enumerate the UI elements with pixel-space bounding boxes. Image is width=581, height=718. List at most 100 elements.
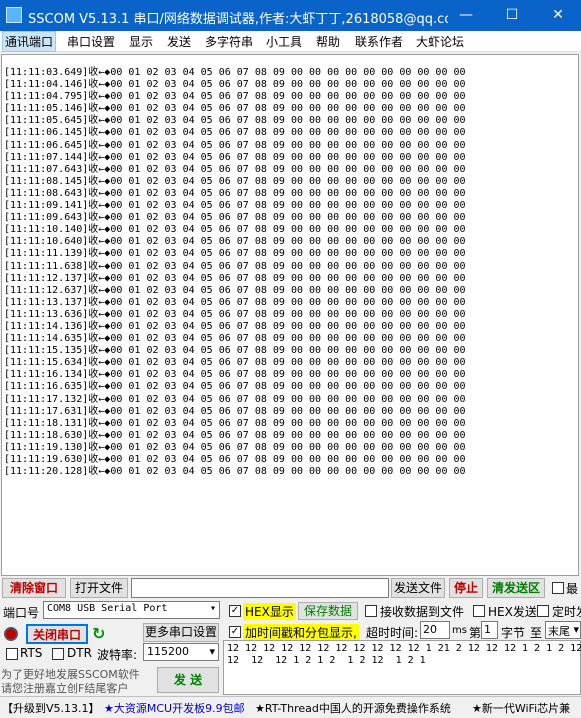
receive-line: [11:11:04.146]收←◆00 01 02 03 04 05 06 07…	[4, 79, 466, 91]
rts-checkbox[interactable]	[6, 648, 18, 660]
to-label: 至	[530, 626, 543, 640]
menu-multi-string[interactable]: 多字符串	[205, 33, 253, 50]
receive-line: [11:11:14.136]收←◆00 01 02 03 04 05 06 07…	[4, 320, 466, 332]
timestamp-checkbox[interactable]: ✓	[229, 626, 241, 638]
title-bar: SSCOM V5.13.1 串口/网络数据调试器,作者:大虾丁丁,2618058…	[0, 0, 581, 31]
port-select[interactable]: COM8 USB Serial Port ▾	[43, 601, 220, 619]
dtr-checkbox[interactable]	[52, 648, 64, 660]
receive-line: [11:11:09.141]收←◆00 01 02 03 04 05 06 07…	[4, 200, 466, 212]
more-settings-button[interactable]: 更多串口设置	[143, 623, 219, 642]
byte-input[interactable]: 1	[481, 621, 498, 639]
refresh-icon[interactable]: ↻	[92, 624, 105, 643]
close-button[interactable]: ✕	[535, 0, 581, 31]
receive-line: [11:11:11.139]收←◆00 01 02 03 04 05 06 07…	[4, 248, 466, 260]
receive-line: [11:11:03.649]收←◆00 01 02 03 04 05 06 07…	[4, 67, 466, 78]
receive-line: [11:11:08.145]收←◆00 01 02 03 04 05 06 07…	[4, 175, 466, 187]
hex-display-checkbox[interactable]: ✓	[229, 605, 241, 617]
end-select[interactable]: 末尾 ▾	[545, 621, 581, 639]
receive-line: [11:11:07.144]收←◆00 01 02 03 04 05 06 07…	[4, 151, 466, 163]
receive-line: [11:11:07.643]收←◆00 01 02 03 04 05 06 07…	[4, 163, 466, 175]
file-path-input[interactable]	[131, 578, 389, 598]
hex-send-label: HEX发送	[488, 605, 537, 619]
timed-send-checkbox[interactable]	[537, 605, 549, 617]
recv-to-file-checkbox[interactable]	[365, 605, 377, 617]
receive-area[interactable]: [11:11:03.649]收←◆00 01 02 03 04 05 06 07…	[1, 54, 579, 576]
chevron-down-icon: ▾	[209, 603, 216, 614]
menu-serial-settings[interactable]: 串口设置	[67, 33, 115, 50]
hex-send-checkbox[interactable]	[473, 605, 485, 617]
timeout-unit: ms	[452, 625, 467, 636]
receive-line: [11:11:09.643]收←◆00 01 02 03 04 05 06 07…	[4, 212, 466, 224]
receive-line: [11:11:20.128]收←◆00 01 02 03 04 05 06 07…	[4, 466, 466, 478]
app-icon	[6, 7, 22, 23]
receive-line: [11:11:18.131]收←◆00 01 02 03 04 05 06 07…	[4, 417, 466, 429]
timeout-input[interactable]: 20	[420, 621, 450, 639]
stop-button[interactable]: 停止	[449, 578, 483, 598]
rts-label: RTS	[20, 646, 43, 660]
receive-line: [11:11:15.135]收←◆00 01 02 03 04 05 06 07…	[4, 345, 466, 357]
receive-line: [11:11:15.634]收←◆00 01 02 03 04 05 06 07…	[4, 357, 466, 369]
receive-line: [11:11:19.130]收←◆00 01 02 03 04 05 06 07…	[4, 441, 466, 453]
menu-display[interactable]: 显示	[129, 33, 153, 50]
chevron-down-icon: ▾	[573, 623, 579, 636]
receive-line: [11:11:18.630]收←◆00 01 02 03 04 05 06 07…	[4, 429, 466, 441]
receive-line: [11:11:11.638]收←◆00 01 02 03 04 05 06 07…	[4, 260, 466, 272]
receive-line: [11:11:17.132]收←◆00 01 02 03 04 05 06 07…	[4, 393, 466, 405]
receive-line: [11:11:14.635]收←◆00 01 02 03 04 05 06 07…	[4, 333, 466, 345]
menu-tools[interactable]: 小工具	[266, 33, 302, 50]
receive-log: [11:11:03.649]收←◆00 01 02 03 04 05 06 07…	[4, 67, 466, 478]
maximize-button[interactable]: ☐	[489, 0, 535, 31]
send-text: 12 12 12 12 12 12 12 12 12 12 12 1 21 2 …	[227, 643, 581, 666]
receive-line: [11:11:12.637]收←◆00 01 02 03 04 05 06 07…	[4, 284, 466, 296]
window-title: SSCOM V5.13.1 串口/网络数据调试器,作者:大虾丁丁,2618058…	[28, 12, 448, 27]
end-value: 末尾	[548, 625, 570, 638]
port-value: COM8 USB Serial Port	[47, 603, 168, 614]
receive-line: [11:11:06.145]收←◆00 01 02 03 04 05 06 07…	[4, 127, 466, 139]
timestamp-label: 加时间戳和分包显示,	[243, 624, 359, 641]
status-bar: 【升级到V5.13.1】 ★大资源MCU开发板9.9包邮 ★RT-Thread中…	[0, 696, 581, 718]
last-checkbox[interactable]	[552, 582, 564, 594]
ad-link-wifi[interactable]: ★新一代WiFi芯片兼	[472, 700, 570, 716]
last-label: 最	[566, 582, 579, 596]
send-textarea[interactable]: 12 12 12 12 12 12 12 12 12 12 12 1 21 2 …	[223, 640, 581, 695]
upgrade-link[interactable]: 【升级到V5.13.1】	[2, 700, 100, 716]
baud-value: 115200	[147, 645, 189, 658]
dtr-label: DTR	[67, 646, 92, 660]
menu-forum[interactable]: 大虾论坛	[416, 33, 464, 50]
ad-link-rtthread[interactable]: ★RT-Thread中国人的开源免费操作系统	[255, 700, 451, 716]
menu-contact-author[interactable]: 联系作者	[355, 33, 403, 50]
byte-label: 第	[469, 626, 482, 640]
send-file-button[interactable]: 发送文件	[391, 578, 445, 598]
receive-line: [11:11:06.645]收←◆00 01 02 03 04 05 06 07…	[4, 139, 466, 151]
send-button[interactable]: 发 送	[157, 667, 219, 693]
receive-line: [11:11:13.636]收←◆00 01 02 03 04 05 06 07…	[4, 308, 466, 320]
baud-label: 波特率:	[97, 648, 138, 662]
menu-send[interactable]: 发送	[167, 33, 191, 50]
baud-select[interactable]: 115200 ▾	[143, 643, 219, 661]
receive-line: [11:11:10.640]收←◆00 01 02 03 04 05 06 07…	[4, 236, 466, 248]
receive-line: [11:11:19.630]收←◆00 01 02 03 04 05 06 07…	[4, 454, 466, 465]
receive-line: [11:11:13.137]收←◆00 01 02 03 04 05 06 07…	[4, 296, 466, 308]
clear-send-button[interactable]: 清发送区	[487, 578, 545, 598]
receive-line: [11:11:08.643]收←◆00 01 02 03 04 05 06 07…	[4, 187, 466, 199]
port-status-icon	[4, 627, 18, 641]
file-toolbar: 清除窗口 打开文件 发送文件 停止 清发送区 最	[0, 577, 581, 599]
minimize-button[interactable]: —	[443, 0, 489, 31]
receive-line: [11:11:12.137]收←◆00 01 02 03 04 05 06 07…	[4, 272, 466, 284]
receive-line: [11:11:04.795]收←◆00 01 02 03 04 05 06 07…	[4, 91, 466, 103]
receive-line: [11:11:16.134]收←◆00 01 02 03 04 05 06 07…	[4, 369, 466, 381]
save-data-button[interactable]: 保存数据	[298, 602, 358, 620]
ad-link-mcu[interactable]: ★大资源MCU开发板9.9包邮	[104, 700, 245, 716]
open-file-button[interactable]: 打开文件	[70, 578, 128, 598]
close-port-button[interactable]: 关闭串口	[26, 624, 88, 644]
receive-line: [11:11:05.645]收←◆00 01 02 03 04 05 06 07…	[4, 115, 466, 127]
menu-help[interactable]: 帮助	[316, 33, 340, 50]
recv-to-file-label: 接收数据到文件	[380, 605, 465, 619]
receive-line: [11:11:16.635]收←◆00 01 02 03 04 05 06 07…	[4, 381, 466, 393]
timeout-label: 超时时间:	[366, 626, 419, 640]
receive-line: [11:11:10.140]收←◆00 01 02 03 04 05 06 07…	[4, 224, 466, 236]
clear-window-button[interactable]: 清除窗口	[2, 578, 66, 598]
byte-unit: 字节	[501, 626, 526, 640]
menu-comm-port[interactable]: 通讯端口	[2, 31, 57, 52]
promo-line-2: 请您注册嘉立创F结尾客户	[1, 682, 129, 695]
